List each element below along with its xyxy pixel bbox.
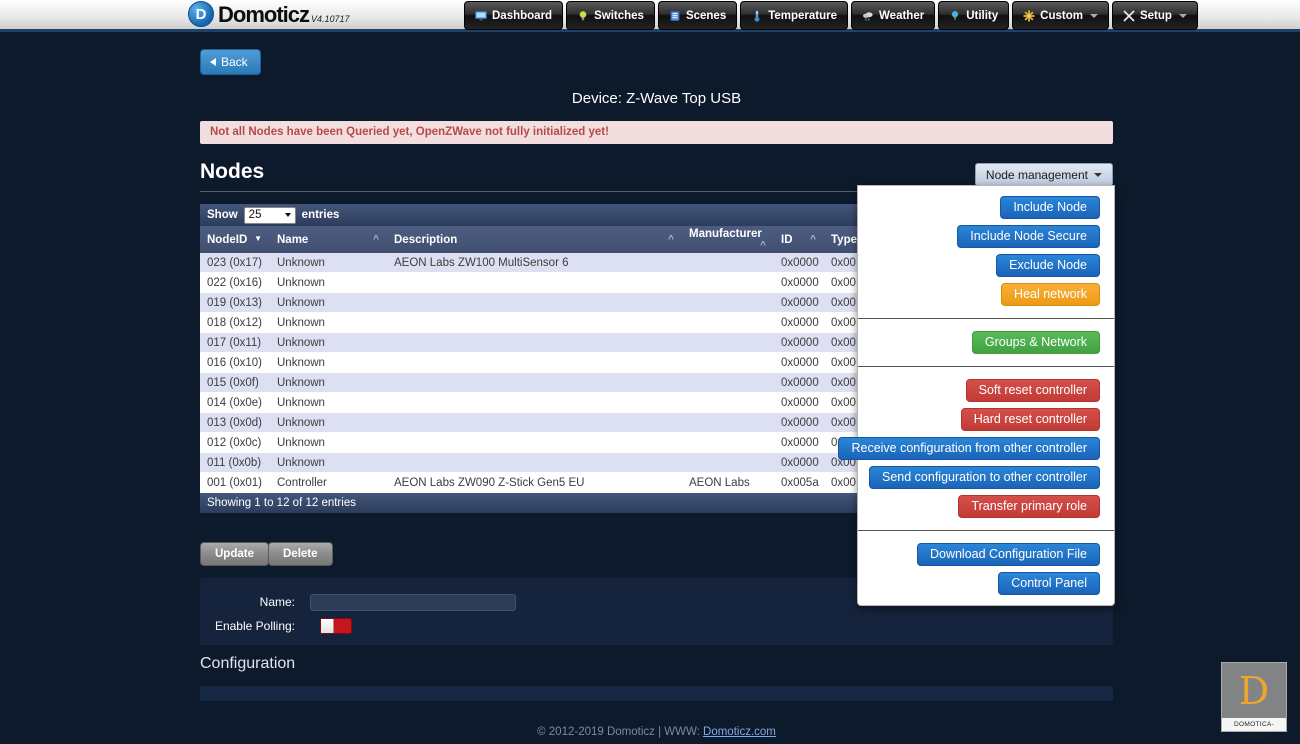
lightbulb-icon (577, 10, 589, 22)
nav-label: Scenes (686, 10, 726, 22)
configuration-heading: Configuration (200, 655, 295, 673)
main-nav: Dashboard Switches Scenes Temperature We… (464, 1, 1198, 30)
nav-item-scenes[interactable]: Scenes (658, 1, 737, 30)
menu-divider (858, 366, 1114, 367)
page-size-select[interactable]: 25 (244, 207, 296, 224)
nav-item-switches[interactable]: Switches (566, 1, 655, 30)
menu-button-download-configuration-file[interactable]: Download Configuration File (917, 543, 1100, 566)
dashboard-icon (475, 10, 487, 22)
chevron-down-icon (285, 213, 291, 217)
logo-text: Domoticz (218, 2, 309, 28)
node-management-menu: Include Node Include Node Secure Exclude N… (857, 185, 1115, 606)
chevron-down-icon (1179, 14, 1187, 18)
sort-asc-icon: ^ (373, 234, 379, 245)
toggle-handle (321, 619, 334, 633)
nav-item-setup[interactable]: Setup (1112, 1, 1198, 30)
column-header-id[interactable]: ID^ (774, 226, 824, 253)
column-header-name[interactable]: Name^ (270, 226, 387, 253)
node-management-button[interactable]: Node management (975, 163, 1113, 186)
nodes-heading: Nodes (200, 160, 264, 184)
watermark: D DOMOTICA-BLOG.NL (1221, 662, 1287, 732)
top-bar: D Domoticz V4.10717 Dashboard Switches S… (0, 0, 1300, 32)
nav-item-temperature[interactable]: Temperature (740, 1, 848, 30)
tools-icon (1123, 10, 1135, 22)
nav-item-weather[interactable]: Weather (851, 1, 935, 30)
page-size-value: 25 (249, 209, 262, 221)
menu-button-send-configuration-to-other-controller[interactable]: Send configuration to other controller (869, 466, 1100, 489)
configuration-bar (200, 686, 1113, 701)
nav-item-custom[interactable]: Custom (1012, 1, 1109, 30)
gear-icon (1023, 10, 1035, 22)
name-input[interactable] (310, 594, 516, 611)
warning-banner: Not all Nodes have been Queried yet, Ope… (200, 121, 1113, 144)
back-arrow-icon (210, 58, 216, 66)
update-button[interactable]: Update (200, 542, 269, 566)
sort-desc-icon: ▼ (254, 234, 262, 243)
pin-icon (949, 10, 961, 22)
menu-button-groups-network[interactable]: Groups & Network (972, 331, 1100, 354)
menu-divider (858, 318, 1114, 319)
logo-version: V4.10717 (311, 14, 350, 24)
menu-button-control-panel[interactable]: Control Panel (998, 572, 1100, 595)
menu-button-include-node[interactable]: Include Node (1000, 196, 1100, 219)
watermark-letter: D (1239, 672, 1269, 710)
thermometer-icon (751, 10, 763, 22)
domoticz-logo[interactable]: D Domoticz V4.10717 (188, 1, 350, 28)
back-button[interactable]: Back (200, 49, 261, 75)
menu-button-transfer-primary-role[interactable]: Transfer primary role (958, 495, 1100, 518)
enable-polling-toggle[interactable] (320, 618, 352, 634)
menu-button-heal-network[interactable]: Heal network (1001, 283, 1100, 306)
menu-button-hard-reset-controller[interactable]: Hard reset controller (961, 408, 1100, 431)
menu-divider (858, 530, 1114, 531)
column-header-nodeid[interactable]: NodeID▼ (200, 226, 270, 253)
column-header-manufacturer[interactable]: Manufacturer^ (682, 226, 774, 253)
page-title: Device: Z-Wave Top USB (200, 90, 1113, 107)
footer-text: © 2012-2019 Domoticz | WWW: (537, 726, 700, 738)
watermark-logo: D (1222, 663, 1286, 718)
back-label: Back (221, 55, 248, 69)
column-header-description[interactable]: Description^ (387, 226, 682, 253)
sort-asc-icon: ^ (810, 234, 816, 245)
menu-button-soft-reset-controller[interactable]: Soft reset controller (966, 379, 1100, 402)
node-management-label: Node management (986, 168, 1088, 182)
entries-label: entries (302, 209, 340, 221)
chevron-down-icon (1094, 173, 1102, 177)
show-label: Show (207, 209, 238, 221)
menu-button-exclude-node[interactable]: Exclude Node (996, 254, 1100, 277)
sort-asc-icon: ^ (760, 240, 766, 251)
menu-button-include-node-secure[interactable]: Include Node Secure (957, 225, 1100, 248)
enable-polling-label: Enable Polling: (200, 619, 295, 633)
nav-label: Switches (594, 10, 644, 22)
nav-label: Temperature (768, 10, 837, 22)
name-label: Name: (200, 595, 295, 609)
nav-label: Custom (1040, 10, 1083, 22)
sort-asc-icon: ^ (668, 234, 674, 245)
watermark-label: DOMOTICA-BLOG.NL (1222, 718, 1286, 731)
nav-label: Utility (966, 10, 998, 22)
nav-label: Setup (1140, 10, 1172, 22)
cloud-icon (862, 10, 874, 22)
delete-button[interactable]: Delete (268, 542, 333, 566)
domoticz-logo-icon: D (188, 1, 214, 27)
scenes-icon (669, 10, 681, 22)
nav-label: Weather (879, 10, 924, 22)
chevron-down-icon (1090, 14, 1098, 18)
nav-item-dashboard[interactable]: Dashboard (464, 1, 563, 30)
nav-label: Dashboard (492, 10, 552, 22)
domoticz-link[interactable]: Domoticz.com (703, 726, 776, 738)
footer: © 2012-2019 Domoticz | WWW: Domoticz.com (200, 726, 1113, 738)
menu-button-receive-configuration-from-other-controller[interactable]: Receive configuration from other control… (838, 437, 1100, 460)
nav-item-utility[interactable]: Utility (938, 1, 1009, 30)
